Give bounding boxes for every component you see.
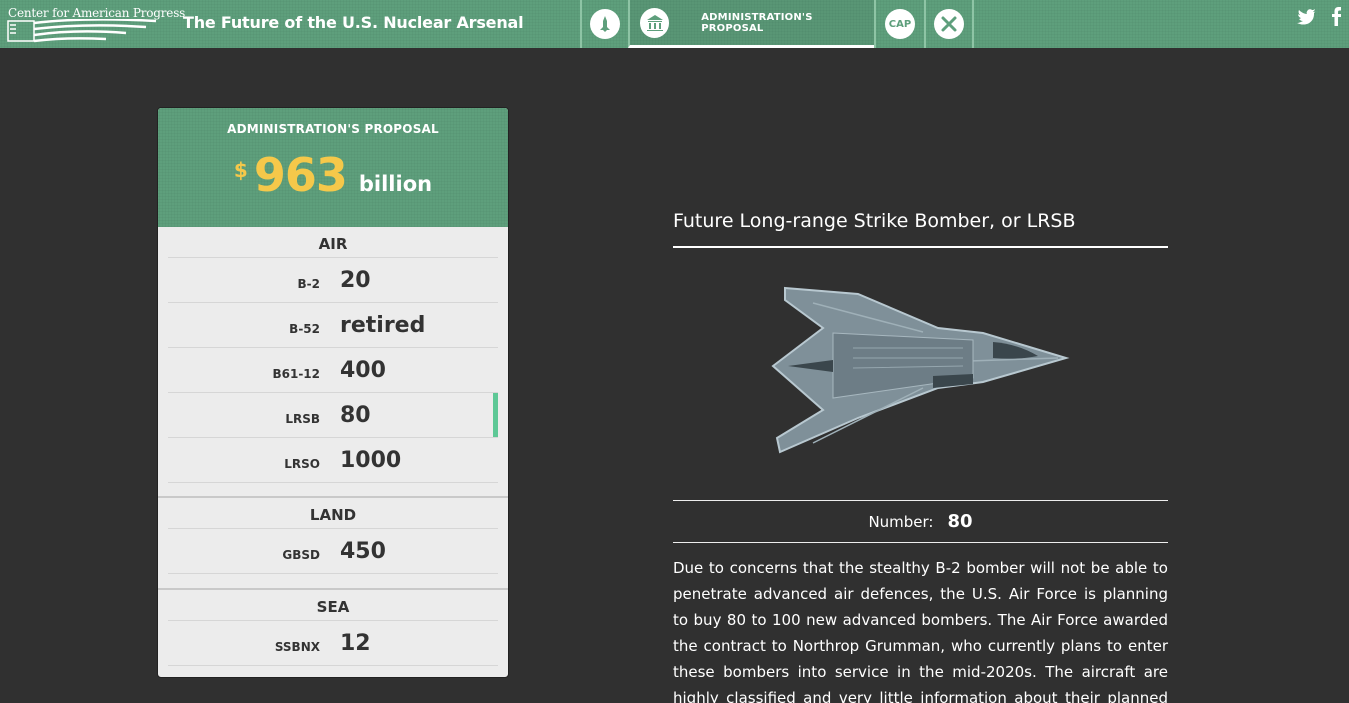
row-label: LRSO: [284, 457, 320, 471]
row-label: SSBNX: [274, 640, 320, 654]
row-label: GBSD: [282, 548, 320, 562]
missile-icon: [590, 9, 620, 39]
currency-symbol: $: [233, 158, 248, 182]
table-row[interactable]: B-2 20: [168, 258, 498, 303]
flag-stripes-icon: [7, 19, 156, 43]
bomber-illustration: [673, 248, 1168, 501]
logo-text: Center for American Progress: [8, 6, 186, 20]
cap-badge: CAP: [885, 9, 915, 39]
row-value: 1000: [340, 447, 402, 473]
table-row[interactable]: B61-12 400: [168, 348, 498, 393]
detail-panel: Future Long-range Strike Bomber, or LRSB…: [673, 205, 1168, 703]
section-air: AIR B-2 20 B-52 retired B61-12 400 LRSB …: [158, 227, 508, 498]
capitol-building-icon: [640, 7, 670, 38]
facebook-icon[interactable]: [1330, 6, 1342, 26]
table-row[interactable]: B-52 retired: [168, 303, 498, 348]
row-value: 80: [340, 402, 371, 428]
row-value: 400: [340, 357, 386, 383]
section-heading: AIR: [168, 227, 498, 258]
top-bar: Center for American Progress The Future …: [0, 0, 1349, 48]
row-label: B-52: [289, 322, 320, 336]
table-row[interactable]: GBSD 450: [168, 529, 498, 574]
row-label: B-2: [297, 277, 320, 291]
section-heading: LAND: [168, 498, 498, 529]
stealth-bomber-icon: [771, 286, 1070, 454]
row-value: 20: [340, 267, 371, 293]
nav-active-label: ADMINISTRATION'S PROPOSAL: [701, 11, 813, 34]
main-nav: ADMINISTRATION'S PROPOSAL CAP: [580, 0, 974, 48]
description-text: Due to concerns that the stealthy B-2 bo…: [673, 559, 1168, 703]
nav-missile[interactable]: [580, 0, 628, 48]
table-row[interactable]: LRSO 1000: [168, 438, 498, 483]
row-value: retired: [340, 312, 426, 338]
section-land: LAND GBSD 450: [158, 498, 508, 590]
row-value: 12: [340, 630, 371, 656]
card-header: ADMINISTRATION'S PROPOSAL $ 963 billion: [158, 108, 508, 227]
row-label: LRSB: [285, 412, 320, 426]
cap-logo[interactable]: Center for American Progress: [6, 6, 185, 43]
detail-title: Future Long-range Strike Bomber, or LRSB: [673, 205, 1168, 248]
table-row-selected[interactable]: LRSB 80: [168, 393, 498, 438]
table-row[interactable]: SSBNX 12: [168, 621, 498, 666]
number-value: 80: [947, 511, 973, 532]
number-line: Number: 80: [673, 501, 1168, 543]
proposal-card: ADMINISTRATION'S PROPOSAL $ 963 billion …: [157, 107, 509, 678]
section-sea: SEA SSBNX 12: [158, 590, 508, 666]
nav-administration-proposal[interactable]: ADMINISTRATION'S PROPOSAL: [628, 0, 874, 48]
amount-unit: billion: [358, 172, 433, 196]
nav-tools[interactable]: [924, 0, 974, 48]
site-title: The Future of the U.S. Nuclear Arsenal: [183, 13, 524, 32]
total-amount: $ 963 billion: [158, 148, 508, 202]
amount-value: 963: [253, 148, 348, 202]
section-heading: SEA: [168, 590, 498, 621]
row-value: 450: [340, 538, 386, 564]
tools-icon: [934, 9, 964, 39]
nav-cap[interactable]: CAP: [874, 0, 924, 48]
card-title: ADMINISTRATION'S PROPOSAL: [227, 122, 439, 136]
twitter-icon[interactable]: [1297, 8, 1317, 26]
row-label: B61-12: [272, 367, 320, 381]
number-label: Number:: [868, 512, 934, 531]
selected-indicator: [493, 393, 498, 437]
